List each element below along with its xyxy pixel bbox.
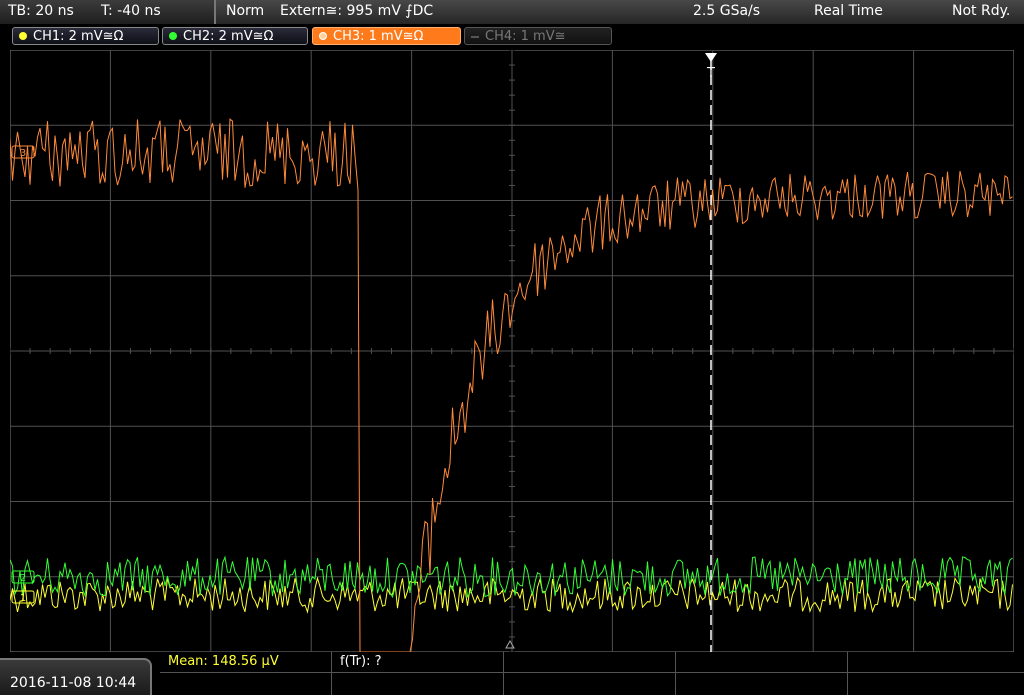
measure-cell-empty-3[interactable] <box>504 652 676 673</box>
svg-text:3: 3 <box>20 148 26 159</box>
channel-1-label: CH1: 2 mV≅Ω <box>33 29 124 44</box>
channel-2-dot-icon <box>169 32 177 40</box>
svg-text:1: 1 <box>20 593 26 604</box>
trigger-offset-value[interactable]: T: -40 ns <box>101 3 161 19</box>
measurement-table[interactable]: Mean: 148.56 µV f(Tr): ? <box>160 652 1024 695</box>
horizontal-settings[interactable]: TB: 20 ns T: -40 ns <box>0 0 216 24</box>
run-state: Not Rdy. <box>952 3 1011 19</box>
channel-1-dot-icon <box>19 32 27 40</box>
trigger-source[interactable]: Extern≅: 995 mV ⨍DC <box>280 3 433 19</box>
date-time-box[interactable]: 2016-11-08 10:44 <box>0 658 152 695</box>
channel-3-dot-icon <box>319 32 327 40</box>
svg-text:2: 2 <box>20 573 26 584</box>
channel-4-label: CH4: 1 mV≅ <box>485 29 566 44</box>
measure-cell-empty-9[interactable] <box>676 673 848 695</box>
sample-rate: 2.5 GSa/s <box>693 3 761 19</box>
measure-cell-empty-5[interactable] <box>848 652 1024 673</box>
measure-cell-mean[interactable]: Mean: 148.56 µV <box>160 652 332 673</box>
trigger-settings[interactable]: Norm Extern≅: 995 mV ⨍DC 2.5 GSa/s Real … <box>216 0 1024 24</box>
channel-3-label: CH3: 1 mV≅Ω <box>333 29 424 44</box>
measure-cell-empty-4[interactable] <box>676 652 848 673</box>
measure-cell-empty-8[interactable] <box>504 673 676 695</box>
measure-ftr: f(Tr): ? <box>340 654 382 669</box>
channel-3-button[interactable]: CH3: 1 mV≅Ω <box>312 27 461 45</box>
channel-2-label: CH2: 2 mV≅Ω <box>183 29 274 44</box>
measure-cell-empty-7[interactable] <box>332 673 504 695</box>
waveform-display[interactable]: T 3 2 1 <box>10 50 1014 652</box>
acquisition-mode[interactable]: Real Time <box>814 3 883 19</box>
measure-mean: Mean: 148.56 µV <box>168 654 279 669</box>
channel-1-button[interactable]: CH1: 2 mV≅Ω <box>12 27 159 45</box>
channel-2-button[interactable]: CH2: 2 mV≅Ω <box>162 27 308 45</box>
trigger-marker-label: T <box>706 66 715 81</box>
date-time: 2016-11-08 10:44 <box>10 675 137 691</box>
measure-cell-empty-6[interactable] <box>160 673 332 695</box>
trigger-mode[interactable]: Norm <box>226 3 264 19</box>
status-bar: TB: 20 ns T: -40 ns Norm Extern≅: 995 mV… <box>0 0 1024 24</box>
timebase-value[interactable]: TB: 20 ns <box>8 3 74 19</box>
measure-cell-ftr[interactable]: f(Tr): ? <box>332 652 504 673</box>
channel-bar: CH1: 2 mV≅Ω CH2: 2 mV≅Ω CH3: 1 mV≅Ω CH4:… <box>0 25 1024 47</box>
measure-cell-empty-10[interactable] <box>848 673 1024 695</box>
channel-4-button[interactable]: CH4: 1 mV≅ <box>464 27 612 45</box>
channel-4-off-icon <box>471 36 479 38</box>
